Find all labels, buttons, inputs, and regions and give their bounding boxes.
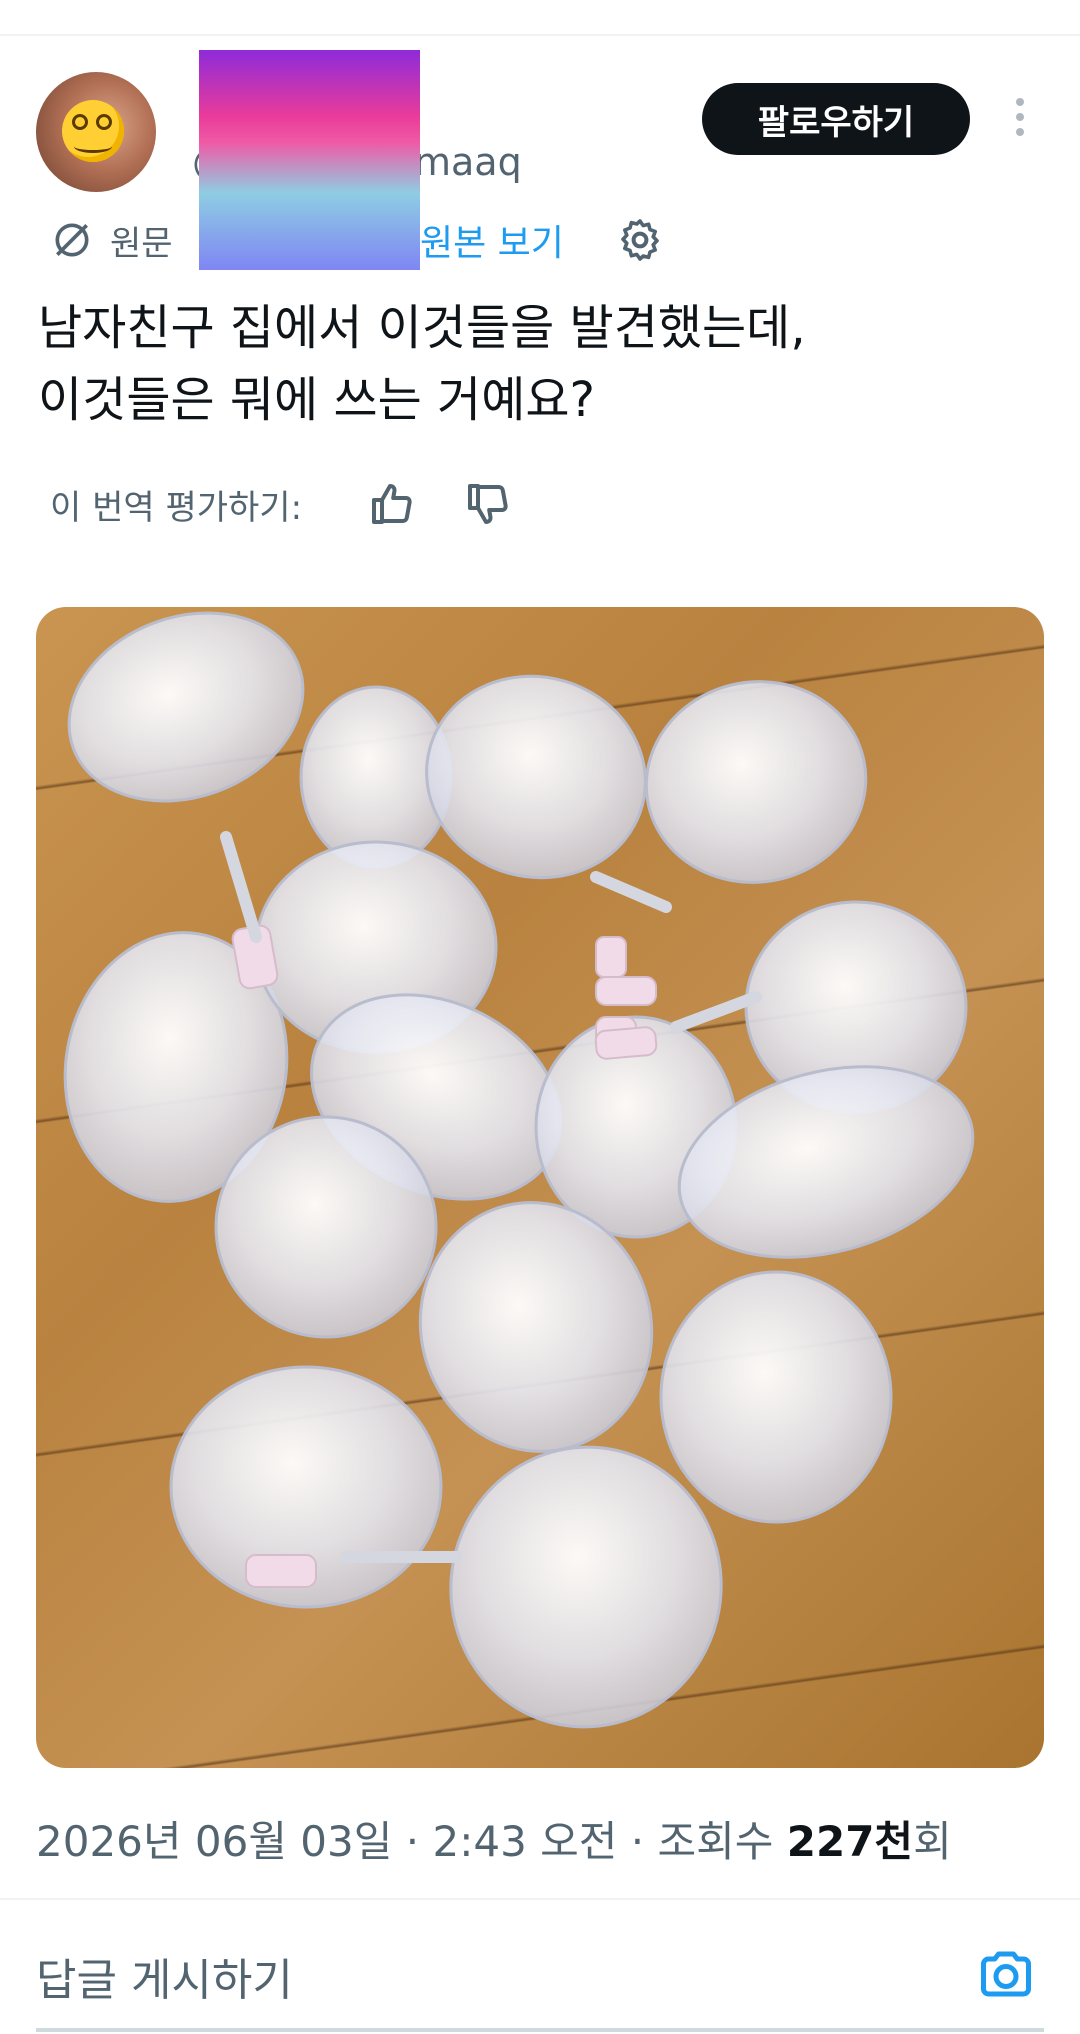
reply-input[interactable]: 답글 게시하기 (36, 1944, 293, 2008)
reply-divider (0, 1898, 1080, 1900)
post-meta: 2026년 06월 03일 · 2:43 오전 · 조회수 227천회 (36, 1808, 952, 1869)
more-vertical-icon[interactable] (1006, 92, 1034, 142)
translate-icon (55, 223, 89, 257)
views-label: · 조회수 (617, 1817, 787, 1866)
post-text-line: 남자친구 집에서 이것들을 발견했는데, (38, 300, 806, 356)
username-handle[interactable]: maaq (414, 140, 522, 184)
post-text-line: 이것들은 뭐에 쓰는 거예요? (38, 372, 596, 428)
post-text: 남자친구 집에서 이것들을 발견했는데, 이것들은 뭐에 쓰는 거예요? (38, 292, 1038, 436)
meta-separator: · (392, 1817, 433, 1866)
redaction-overlay (199, 50, 420, 270)
avatar[interactable] (36, 72, 156, 192)
follow-button[interactable]: 팔로우하기 (702, 83, 970, 155)
silicone-pouches-illustration (63, 611, 975, 1729)
translation-bar: 원문 (50, 212, 173, 268)
view-original-link[interactable]: 원본 보기 (420, 214, 564, 266)
rate-translation-label: 이 번역 평가하기: (50, 487, 303, 528)
rate-translation: 이 번역 평가하기: (50, 472, 302, 536)
thumbs-down-icon[interactable] (464, 480, 512, 528)
dizzy-face-emoji (62, 100, 124, 162)
post-image[interactable] (36, 607, 1044, 1768)
bottom-divider (36, 2028, 1044, 2032)
camera-icon[interactable] (976, 1944, 1036, 2004)
post-time: 2:43 오전 (432, 1817, 618, 1866)
thumbs-up-icon[interactable] (368, 480, 416, 528)
views-count: 227천 (786, 1817, 914, 1866)
top-divider (0, 34, 1080, 36)
gear-icon[interactable] (616, 216, 664, 264)
views-suffix: 회 (913, 1817, 952, 1866)
original-language-label: 원문 (110, 223, 173, 264)
post-date: 2026년 06월 03일 (36, 1817, 393, 1866)
